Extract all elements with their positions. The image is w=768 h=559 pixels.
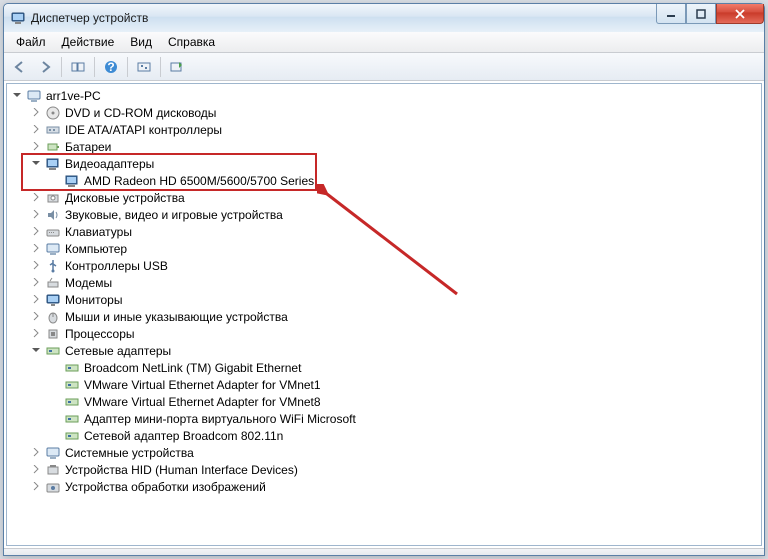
forward-button[interactable] xyxy=(33,55,57,79)
hid-icon xyxy=(45,462,61,478)
window-title: Диспетчер устройств xyxy=(31,11,148,25)
keyboard-icon xyxy=(45,224,61,240)
app-icon xyxy=(10,10,26,26)
expand-icon[interactable] xyxy=(31,141,42,152)
expand-icon[interactable] xyxy=(31,328,42,339)
device-manager-window: Диспетчер устройств Файл Действие Вид Сп… xyxy=(3,3,765,556)
tree-item-monitor[interactable]: Мониторы xyxy=(31,291,761,308)
minimize-button[interactable] xyxy=(656,4,686,24)
tree-item-disk[interactable]: Дисковые устройства xyxy=(31,189,761,206)
maximize-button[interactable] xyxy=(686,4,716,24)
tree-item-mouse[interactable]: Мыши и иные указывающие устройства xyxy=(31,308,761,325)
tree-item-video-device[interactable]: AMD Radeon HD 6500M/5600/5700 Series xyxy=(50,172,761,189)
network-icon xyxy=(64,428,80,444)
pc-icon xyxy=(45,241,61,257)
device-tree[interactable]: arr1ve-PC DVD и CD-ROM дисководы IDE ATA… xyxy=(6,83,762,546)
tree-item-net-device[interactable]: Сетевой адаптер Broadcom 802.11n xyxy=(50,427,761,444)
expand-icon[interactable] xyxy=(31,226,42,237)
titlebar[interactable]: Диспетчер устройств xyxy=(4,4,764,32)
sound-icon xyxy=(45,207,61,223)
tree-item-ide[interactable]: IDE ATA/ATAPI контроллеры xyxy=(31,121,761,138)
scan-hardware-button[interactable] xyxy=(132,55,156,79)
back-button[interactable] xyxy=(8,55,32,79)
tree-item-keyboard[interactable]: Клавиатуры xyxy=(31,223,761,240)
collapse-icon[interactable] xyxy=(31,158,42,169)
collapse-icon[interactable] xyxy=(31,345,42,356)
monitor-icon xyxy=(45,292,61,308)
disk-drive-icon xyxy=(45,190,61,206)
tree-item-cpu[interactable]: Процессоры xyxy=(31,325,761,342)
battery-icon xyxy=(45,139,61,155)
usb-icon xyxy=(45,258,61,274)
tree-item-computer[interactable]: Компьютер xyxy=(31,240,761,257)
refresh-button[interactable] xyxy=(165,55,189,79)
expand-icon[interactable] xyxy=(31,260,42,271)
display-adapter-icon xyxy=(64,173,80,189)
system-icon xyxy=(45,445,61,461)
expand-icon[interactable] xyxy=(31,447,42,458)
cpu-icon xyxy=(45,326,61,342)
tree-item-modem[interactable]: Модемы xyxy=(31,274,761,291)
close-button[interactable] xyxy=(716,4,764,24)
menu-view[interactable]: Вид xyxy=(122,33,160,51)
tree-item-net-device[interactable]: Broadcom NetLink (TM) Gigabit Ethernet xyxy=(50,359,761,376)
separator xyxy=(94,57,95,77)
tree-item-video[interactable]: Видеоадаптеры xyxy=(31,155,761,172)
expand-icon[interactable] xyxy=(31,243,42,254)
expand-icon[interactable] xyxy=(31,277,42,288)
network-icon xyxy=(64,411,80,427)
controller-icon xyxy=(45,122,61,138)
expand-icon[interactable] xyxy=(31,209,42,220)
tree-item-net-device[interactable]: Адаптер мини-порта виртуального WiFi Mic… xyxy=(50,410,761,427)
network-icon xyxy=(64,360,80,376)
network-icon xyxy=(45,343,61,359)
expand-icon[interactable] xyxy=(31,481,42,492)
expand-icon[interactable] xyxy=(31,464,42,475)
menu-file[interactable]: Файл xyxy=(8,33,54,51)
tree-root-label: arr1ve-PC xyxy=(46,89,101,103)
tree-item-sound[interactable]: Звуковые, видео и игровые устройства xyxy=(31,206,761,223)
expand-icon[interactable] xyxy=(31,107,42,118)
menubar: Файл Действие Вид Справка xyxy=(4,32,764,53)
mouse-icon xyxy=(45,309,61,325)
separator xyxy=(127,57,128,77)
network-icon xyxy=(64,377,80,393)
expand-icon[interactable] xyxy=(31,311,42,322)
menu-action[interactable]: Действие xyxy=(54,33,123,51)
svg-text:?: ? xyxy=(107,60,114,74)
tree-root[interactable]: arr1ve-PC xyxy=(12,87,761,104)
help-button[interactable]: ? xyxy=(99,55,123,79)
separator xyxy=(61,57,62,77)
tree-item-usb[interactable]: Контроллеры USB xyxy=(31,257,761,274)
toolbar: ? xyxy=(4,53,764,81)
tree-item-imaging[interactable]: Устройства обработки изображений xyxy=(31,478,761,495)
tree-item-system[interactable]: Системные устройства xyxy=(31,444,761,461)
statusbar xyxy=(4,548,764,555)
display-adapter-icon xyxy=(45,156,61,172)
tree-item-net-device[interactable]: VMware Virtual Ethernet Adapter for VMne… xyxy=(50,376,761,393)
network-icon xyxy=(64,394,80,410)
tree-item-network[interactable]: Сетевые адаптеры xyxy=(31,342,761,359)
collapse-icon[interactable] xyxy=(12,90,23,101)
separator xyxy=(160,57,161,77)
tree-item-hid[interactable]: Устройства HID (Human Interface Devices) xyxy=(31,461,761,478)
menu-help[interactable]: Справка xyxy=(160,33,223,51)
tree-item-net-device[interactable]: VMware Virtual Ethernet Adapter for VMne… xyxy=(50,393,761,410)
expand-icon[interactable] xyxy=(31,192,42,203)
show-hide-tree-button[interactable] xyxy=(66,55,90,79)
tree-item-battery[interactable]: Батареи xyxy=(31,138,761,155)
disc-drive-icon xyxy=(45,105,61,121)
computer-icon xyxy=(26,88,42,104)
tree-item-dvd[interactable]: DVD и CD-ROM дисководы xyxy=(31,104,761,121)
imaging-icon xyxy=(45,479,61,495)
modem-icon xyxy=(45,275,61,291)
expand-icon[interactable] xyxy=(31,124,42,135)
expand-icon[interactable] xyxy=(31,294,42,305)
